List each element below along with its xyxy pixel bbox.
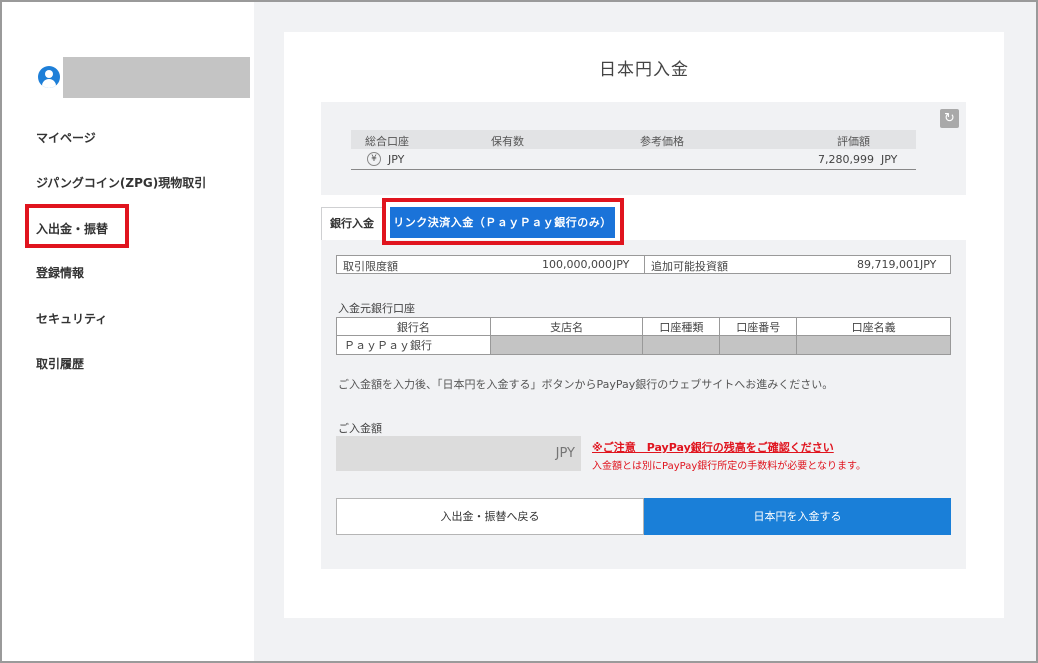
bank-name-cell: ＰａｙＰａｙ銀行 (336, 335, 491, 355)
summary-row-jpy: ¥ JPY 7,280,999 JPY (351, 150, 916, 170)
amount-input[interactable] (336, 436, 581, 471)
sidebar-item-mypage[interactable]: マイページ (36, 129, 96, 146)
col-account-type: 口座種類 (642, 317, 721, 336)
tab-highlight-box (382, 198, 624, 245)
limit-row: 取引限度額 100,000,000 JPY 追加可能投資額 89,719,001… (336, 255, 951, 274)
col-branch-name: 支店名 (489, 317, 644, 336)
back-button[interactable]: 入出金・振替へ戻る (336, 498, 644, 535)
sidebar-item-registration[interactable]: 登録情報 (36, 264, 84, 281)
summary-valuation-value: 7,280,999 (818, 153, 874, 166)
account-number-redacted (719, 335, 798, 355)
add-invest-label: 追加可能投資額 (651, 260, 728, 273)
add-invest-unit: JPY (920, 258, 937, 271)
col-bank-name: 銀行名 (336, 317, 491, 336)
sidebar-item-security[interactable]: セキュリティ (36, 310, 107, 327)
source-account-label: 入金元銀行口座 (338, 302, 415, 315)
amount-label: ご入金額 (338, 422, 382, 435)
summary-header: 総合口座 保有数 参考価格 評価額 (351, 130, 916, 149)
yen-icon: ¥ (367, 152, 381, 166)
deposit-button[interactable]: 日本円を入金する (644, 498, 951, 535)
source-account-table: 銀行名 支店名 口座種類 口座番号 口座名義 ＰａｙＰａｙ銀行 (336, 317, 951, 355)
warning-text: 入金額とは別にPayPay銀行所定の手数料が必要となります。 (592, 461, 866, 472)
col-account-holder: 口座名義 (796, 317, 951, 336)
tab-bank-deposit[interactable]: 銀行入金 (321, 207, 383, 240)
summary-valuation-unit: JPY (881, 153, 898, 166)
user-row[interactable] (36, 57, 250, 98)
col-account-number: 口座番号 (719, 317, 798, 336)
summary-header-valuation: 評価額 (837, 135, 870, 148)
trade-limit-label: 取引限度額 (343, 260, 398, 273)
warning-title: ※ご注意 PayPay銀行の残高をご確認ください (592, 441, 834, 454)
table-row: ＰａｙＰａｙ銀行 (336, 335, 951, 355)
user-icon (38, 66, 60, 88)
sidebar-item-zpg-trade[interactable]: ジパングコイン(ZPG)現物取引 (36, 174, 206, 191)
branch-name-redacted (489, 335, 644, 355)
account-type-redacted (642, 335, 721, 355)
sidebar-highlight-box (25, 204, 129, 248)
page-title: 日本円入金 (599, 60, 689, 80)
sidebar (2, 2, 254, 661)
summary-header-ref-price: 参考価格 (640, 135, 684, 148)
user-name-redacted (63, 57, 250, 98)
add-invest-value: 89,719,001 (857, 258, 920, 271)
sidebar-item-history[interactable]: 取引履歴 (36, 355, 84, 372)
summary-currency: JPY (388, 153, 405, 166)
trade-limit-value: 100,000,000 (542, 258, 612, 271)
trade-limit-unit: JPY (613, 258, 630, 271)
refresh-icon[interactable]: ↻ (940, 109, 959, 128)
summary-header-account: 総合口座 (365, 135, 409, 148)
account-holder-redacted (796, 335, 951, 355)
summary-header-holdings: 保有数 (491, 135, 524, 148)
instruction-notice: ご入金額を入力後、「日本円を入金する」ボタンからPayPay銀行のウェブサイトへ… (338, 378, 834, 391)
